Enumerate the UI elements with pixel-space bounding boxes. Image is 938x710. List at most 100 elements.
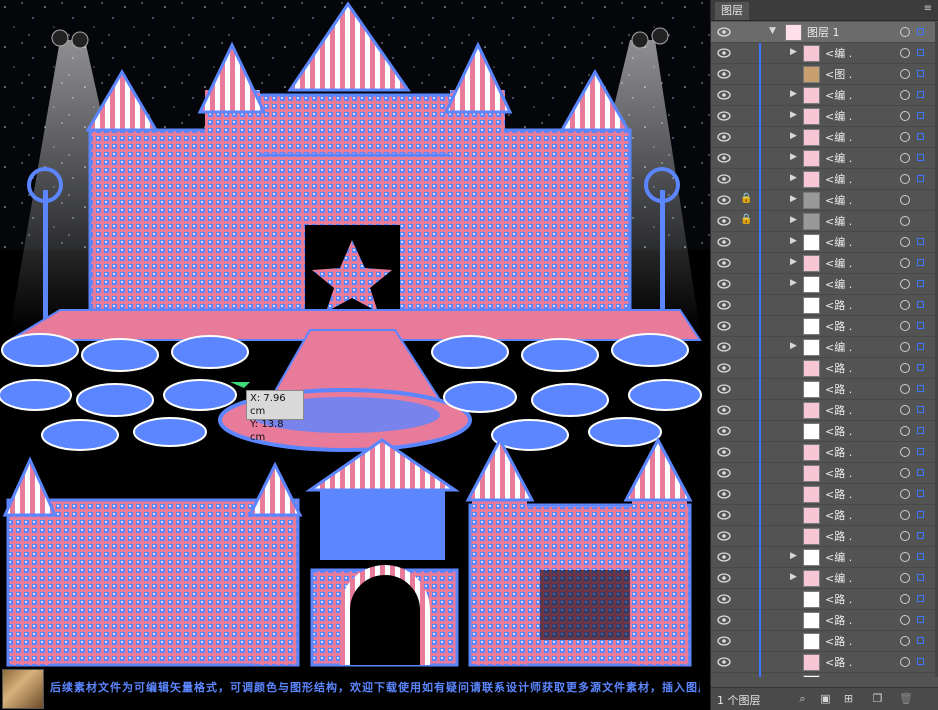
expand-arrow-right-icon[interactable]: ▶	[790, 89, 797, 99]
new-sublayer-icon[interactable]: ⊞	[842, 692, 855, 705]
layer-name[interactable]: <编 .	[825, 550, 852, 565]
layer-row[interactable]: <路 .	[711, 421, 935, 442]
layer-row[interactable]: ▶ <编 .	[711, 337, 935, 358]
selection-indicator-icon[interactable]	[917, 553, 924, 560]
selection-indicator-icon[interactable]	[917, 511, 924, 518]
selection-indicator-icon[interactable]	[917, 301, 924, 308]
target-circle-icon[interactable]	[900, 69, 910, 79]
target-circle-icon[interactable]	[900, 27, 910, 37]
selection-indicator-icon[interactable]	[917, 658, 924, 665]
selection-indicator-icon[interactable]	[917, 490, 924, 497]
target-circle-icon[interactable]	[900, 552, 910, 562]
target-circle-icon[interactable]	[900, 90, 910, 100]
layer-name[interactable]: <编 .	[825, 151, 852, 166]
selection-indicator-icon[interactable]	[917, 469, 924, 476]
layer-row[interactable]: <路 .	[711, 673, 935, 677]
layer-row[interactable]: <图 .	[711, 64, 935, 85]
target-circle-icon[interactable]	[900, 279, 910, 289]
layer-name[interactable]: <路 .	[825, 655, 852, 670]
visibility-eye-icon[interactable]	[717, 111, 731, 121]
expand-arrow-right-icon[interactable]: ▶	[790, 173, 797, 183]
selection-indicator-icon[interactable]	[917, 574, 924, 581]
lock-icon[interactable]: 🔒	[740, 214, 752, 228]
layer-name[interactable]: 图层 1	[807, 25, 840, 40]
layer-row-top[interactable]: ▼ 图层 1	[711, 22, 935, 43]
layer-name[interactable]: <图 .	[825, 67, 852, 82]
layer-row[interactable]: ▶ <编 .	[711, 547, 935, 568]
target-circle-icon[interactable]	[900, 195, 910, 205]
layer-name[interactable]: <路 .	[825, 403, 852, 418]
layer-name[interactable]: <编 .	[825, 256, 852, 271]
visibility-eye-icon[interactable]	[717, 552, 731, 562]
visibility-eye-icon[interactable]	[717, 510, 731, 520]
selection-indicator-icon[interactable]	[917, 28, 924, 35]
layer-row[interactable]: <路 .	[711, 400, 935, 421]
expand-arrow-right-icon[interactable]: ▶	[790, 110, 797, 120]
visibility-eye-icon[interactable]	[717, 258, 731, 268]
visibility-eye-icon[interactable]	[717, 90, 731, 100]
layer-name[interactable]: <编 .	[825, 277, 852, 292]
tab-layers[interactable]: 图层	[715, 2, 749, 20]
layer-row[interactable]: ▶ <编 .	[711, 148, 935, 169]
layer-row[interactable]: ▶ <编 .	[711, 568, 935, 589]
visibility-eye-icon[interactable]	[717, 27, 731, 37]
layer-row[interactable]: <路 .	[711, 379, 935, 400]
expand-arrow-down-icon[interactable]: ▼	[769, 26, 776, 36]
target-circle-icon[interactable]	[900, 384, 910, 394]
visibility-eye-icon[interactable]	[717, 363, 731, 373]
target-circle-icon[interactable]	[900, 321, 910, 331]
visibility-eye-icon[interactable]	[717, 174, 731, 184]
layer-row[interactable]: <路 .	[711, 610, 935, 631]
lock-icon[interactable]: 🔒	[740, 193, 752, 207]
layer-row[interactable]: <路 .	[711, 526, 935, 547]
visibility-eye-icon[interactable]	[717, 321, 731, 331]
layer-name[interactable]: <路 .	[825, 613, 852, 628]
visibility-eye-icon[interactable]	[717, 342, 731, 352]
selection-indicator-icon[interactable]	[917, 448, 924, 455]
visibility-eye-icon[interactable]	[717, 405, 731, 415]
target-circle-icon[interactable]	[900, 363, 910, 373]
visibility-eye-icon[interactable]	[717, 300, 731, 310]
expand-arrow-right-icon[interactable]: ▶	[790, 551, 797, 561]
layer-row[interactable]: <路 .	[711, 295, 935, 316]
visibility-eye-icon[interactable]	[717, 426, 731, 436]
locate-object-icon[interactable]: ⌕	[796, 692, 809, 705]
target-circle-icon[interactable]	[900, 468, 910, 478]
selection-indicator-icon[interactable]	[917, 616, 924, 623]
target-circle-icon[interactable]	[900, 48, 910, 58]
selection-indicator-icon[interactable]	[917, 133, 924, 140]
visibility-eye-icon[interactable]	[717, 468, 731, 478]
target-circle-icon[interactable]	[900, 111, 910, 121]
target-circle-icon[interactable]	[900, 510, 910, 520]
visibility-eye-icon[interactable]	[717, 132, 731, 142]
layer-row[interactable]: ▶ <编 .	[711, 127, 935, 148]
expand-arrow-right-icon[interactable]: ▶	[790, 257, 797, 267]
expand-arrow-right-icon[interactable]: ▶	[790, 47, 797, 57]
layer-name[interactable]: <路 .	[825, 592, 852, 607]
selection-indicator-icon[interactable]	[917, 259, 924, 266]
visibility-eye-icon[interactable]	[717, 447, 731, 457]
layer-row[interactable]: 🔒 ▶ <编 .	[711, 190, 935, 211]
selection-indicator-icon[interactable]	[917, 91, 924, 98]
panel-menu-icon[interactable]: ≡	[924, 3, 932, 14]
target-circle-icon[interactable]	[900, 258, 910, 268]
visibility-eye-icon[interactable]	[717, 237, 731, 247]
layer-name[interactable]: <路 .	[825, 634, 852, 649]
layer-name[interactable]: <编 .	[825, 214, 852, 229]
visibility-eye-icon[interactable]	[717, 657, 731, 667]
selection-indicator-icon[interactable]	[917, 175, 924, 182]
layer-row[interactable]: 🔒 ▶ <编 .	[711, 211, 935, 232]
new-layer-icon[interactable]: ❐	[871, 692, 884, 705]
selection-indicator-icon[interactable]	[917, 406, 924, 413]
expand-arrow-right-icon[interactable]: ▶	[790, 152, 797, 162]
selection-indicator-icon[interactable]	[917, 322, 924, 329]
layer-name[interactable]: <路 .	[825, 445, 852, 460]
selection-indicator-icon[interactable]	[917, 385, 924, 392]
layer-row[interactable]: <路 .	[711, 463, 935, 484]
layer-row[interactable]: ▶ <编 .	[711, 253, 935, 274]
layer-row[interactable]: <路 .	[711, 358, 935, 379]
target-circle-icon[interactable]	[900, 342, 910, 352]
visibility-eye-icon[interactable]	[717, 594, 731, 604]
selection-indicator-icon[interactable]	[917, 595, 924, 602]
layer-row[interactable]: ▶ <编 .	[711, 274, 935, 295]
